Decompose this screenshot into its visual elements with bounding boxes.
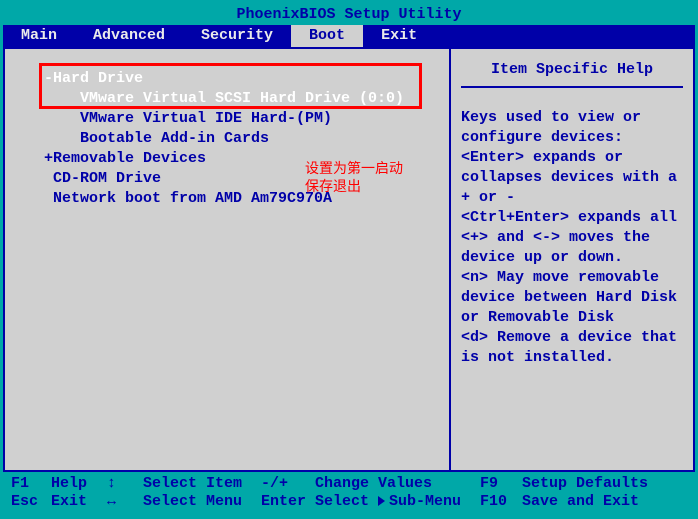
footer-row-2: Esc Exit Select Menu Enter Select Sub-Me… (11, 493, 687, 511)
menu-boot[interactable]: Boot (291, 25, 363, 47)
change-values-label: Change Values (315, 475, 480, 493)
key-esc-label: Exit (51, 493, 107, 511)
boot-item-1[interactable]: VMware Virtual SCSI Hard Drive (0:0) (17, 89, 437, 109)
key-f9[interactable]: F9 (480, 475, 522, 493)
key-f10[interactable]: F10 (480, 493, 522, 511)
boot-item-3[interactable]: Bootable Add-in Cards (17, 129, 437, 149)
boot-order-panel: -Hard Drive VMware Virtual SCSI Hard Dri… (5, 49, 451, 470)
footer-keys: F1 Help Select Item -/+ Change Values F9… (3, 472, 695, 516)
footer-row-1: F1 Help Select Item -/+ Change Values F9… (11, 475, 687, 493)
app-title: PhoenixBIOS Setup Utility (3, 3, 695, 25)
boot-item-2[interactable]: VMware Virtual IDE Hard-(PM) (17, 109, 437, 129)
key-esc[interactable]: Esc (11, 493, 51, 511)
select-label-pre: Select (315, 493, 369, 510)
plusminus-key[interactable]: -/+ (261, 475, 315, 493)
select-label-post: Sub-Menu (389, 493, 461, 510)
key-f1[interactable]: F1 (11, 475, 51, 493)
key-f1-label: Help (51, 475, 107, 493)
menu-exit[interactable]: Exit (363, 25, 435, 47)
menu-bar: Main Advanced Security Boot Exit (3, 25, 695, 47)
help-panel: Item Specific Help Keys used to view or … (451, 49, 693, 470)
menu-main[interactable]: Main (3, 25, 75, 47)
select-submenu-label: Select Sub-Menu (315, 493, 480, 511)
key-enter[interactable]: Enter (261, 493, 315, 511)
updown-arrow-icon (107, 475, 143, 493)
main-area: -Hard Drive VMware Virtual SCSI Hard Dri… (3, 47, 695, 472)
help-title: Item Specific Help (461, 57, 683, 88)
menu-advanced[interactable]: Advanced (75, 25, 183, 47)
triangle-right-icon (378, 496, 385, 506)
help-body: Keys used to view or configure devices: … (461, 108, 683, 368)
annotation-text: 设置为第一启动 保存退出 (305, 159, 403, 195)
key-f9-label: Setup Defaults (522, 475, 687, 493)
leftright-arrow-icon (107, 493, 143, 511)
select-item-label: Select Item (143, 475, 261, 493)
bios-screen: PhoenixBIOS Setup Utility Main Advanced … (0, 0, 698, 519)
menu-security[interactable]: Security (183, 25, 291, 47)
select-menu-label: Select Menu (143, 493, 261, 511)
boot-item-0[interactable]: -Hard Drive (17, 69, 437, 89)
key-f10-label: Save and Exit (522, 493, 687, 511)
